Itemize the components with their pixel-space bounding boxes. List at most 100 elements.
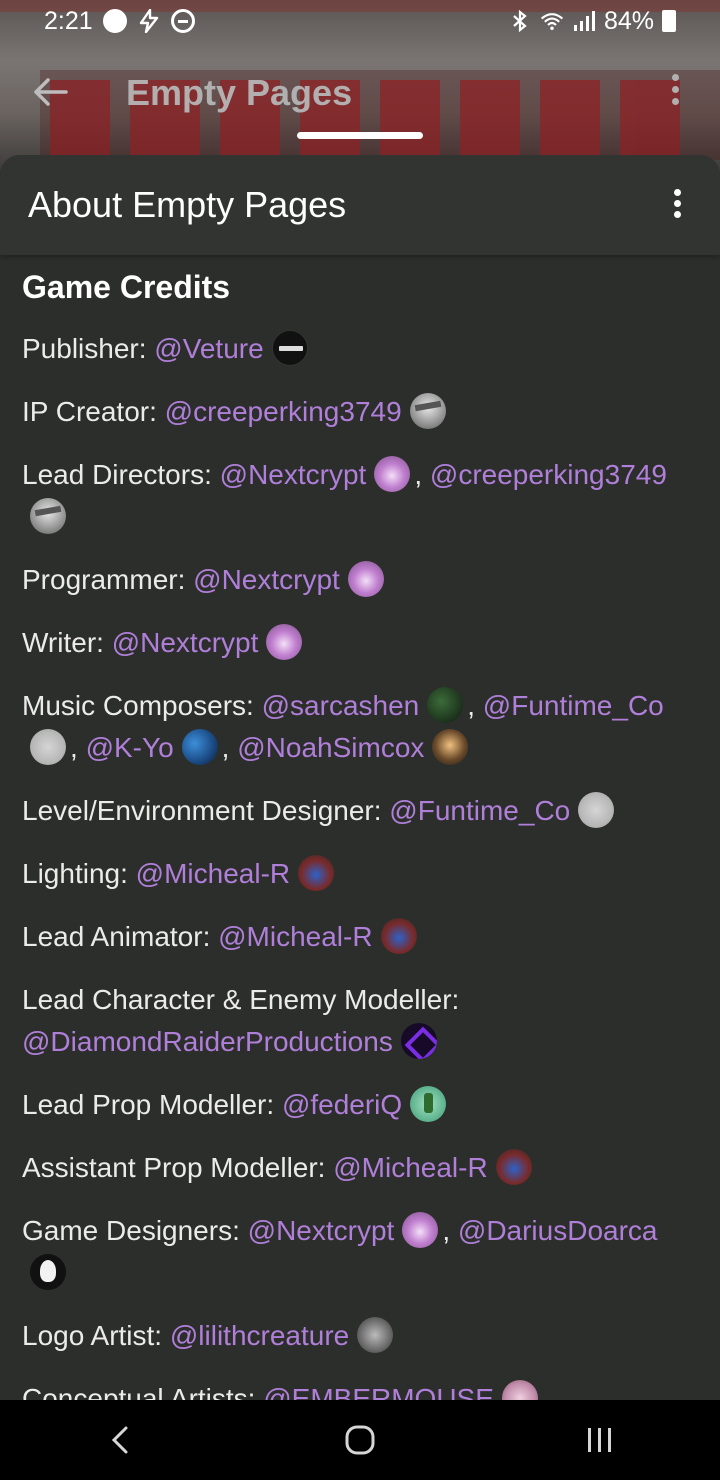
credit-role: Lead Character & Enemy Modeller: — [22, 984, 460, 1015]
user-mention[interactable]: @lilithcreature — [170, 1320, 349, 1351]
user-avatar[interactable] — [30, 728, 66, 765]
credit-row: Lead Directors: @Nextcrypt, @creeperking… — [22, 454, 698, 538]
section-title: Game Credits — [22, 269, 231, 305]
user-mention[interactable]: @creeperking3749 — [165, 396, 402, 427]
credit-role: Programmer: — [22, 564, 186, 595]
about-sheet: About Empty Pages Game Credits Publisher… — [0, 155, 720, 1400]
mention-separator: , — [467, 690, 483, 721]
nav-recents-button[interactable] — [570, 1415, 630, 1465]
user-avatar[interactable] — [266, 623, 303, 660]
status-time: 2:21 — [44, 6, 93, 35]
kebab-menu-icon[interactable] — [672, 74, 684, 110]
chevron-left-icon — [111, 1426, 128, 1454]
home-circle-icon — [345, 1425, 375, 1455]
status-bar: 2:21 84% — [0, 0, 720, 42]
bluetooth-icon — [513, 9, 527, 33]
battery-percent: 84% — [603, 6, 654, 35]
sheet-menu-icon[interactable] — [674, 189, 684, 225]
user-mention[interactable]: @Micheal-R — [136, 858, 290, 889]
user-avatar[interactable] — [402, 1211, 439, 1248]
credit-role: Level/Environment Designer: — [22, 795, 382, 826]
wifi-icon — [540, 13, 564, 30]
top-nav: Empty Pages — [0, 60, 720, 130]
credit-row: Logo Artist: @lilithcreature — [22, 1315, 698, 1357]
credit-role: Lighting: — [22, 858, 128, 889]
nav-home-button[interactable] — [330, 1415, 390, 1465]
sheet-drag-handle[interactable] — [297, 132, 423, 139]
user-mention[interactable]: @Funtime_Co — [483, 690, 664, 721]
user-avatar[interactable] — [30, 497, 66, 534]
credit-role: IP Creator: — [22, 396, 157, 427]
credit-row: Music Composers: @sarcashen, @Funtime_Co… — [22, 685, 698, 769]
user-mention[interactable]: @Micheal-R — [333, 1152, 487, 1183]
user-mention[interactable]: @Micheal-R — [218, 921, 372, 952]
user-mention[interactable]: @NoahSimcox — [237, 732, 424, 763]
user-mention[interactable]: @Funtime_Co — [389, 795, 570, 826]
credit-row: Level/Environment Designer: @Funtime_Co — [22, 790, 698, 832]
user-avatar[interactable] — [578, 791, 615, 828]
user-avatar[interactable] — [501, 1379, 538, 1400]
signal-icon — [573, 11, 595, 31]
page-title: Empty Pages — [126, 72, 353, 113]
credit-row: Conceptual Artists: @EMBERMOUSE — [22, 1378, 698, 1400]
user-avatar[interactable] — [409, 392, 446, 429]
user-mention[interactable]: @Nextcrypt — [112, 627, 259, 658]
user-mention[interactable]: @sarcashen — [262, 690, 420, 721]
charging-bolt-icon — [139, 9, 158, 33]
credit-row: Lead Animator: @Micheal-R — [22, 916, 698, 958]
user-avatar[interactable] — [410, 1085, 447, 1122]
user-avatar[interactable] — [380, 917, 417, 954]
credit-role: Lead Directors: — [22, 459, 212, 490]
user-avatar[interactable] — [357, 1316, 394, 1353]
mention-separator: , — [414, 459, 430, 490]
credits-list: Publisher: @Veture IP Creator: @creeperki… — [22, 328, 698, 1400]
credit-row: Programmer: @Nextcrypt — [22, 559, 698, 601]
credit-row: Assistant Prop Modeller: @Micheal-R — [22, 1147, 698, 1189]
mention-separator: , — [221, 732, 238, 763]
mention-separator: , — [70, 732, 86, 763]
credit-role: Logo Artist: — [22, 1320, 163, 1351]
credit-role: Game Designers: — [22, 1215, 240, 1246]
user-avatar[interactable] — [374, 455, 411, 492]
battery-icon — [662, 10, 676, 32]
user-mention[interactable]: @EMBERMOUSE — [263, 1383, 494, 1400]
do-not-disturb-icon — [170, 9, 195, 33]
user-mention[interactable]: @DiamondRaiderProductions — [22, 1026, 393, 1057]
user-mention[interactable]: @K-Yo — [86, 732, 174, 763]
credit-row: IP Creator: @creeperking3749 — [22, 391, 698, 433]
spotify-icon — [102, 9, 127, 33]
user-avatar[interactable] — [427, 686, 464, 723]
user-avatar[interactable] — [432, 728, 469, 765]
credit-row: Writer: @Nextcrypt — [22, 622, 698, 664]
credit-row: Publisher: @Veture — [22, 328, 698, 370]
credit-role: Writer: — [22, 627, 104, 658]
credit-row: Lead Character & Enemy Modeller: @Diamon… — [22, 979, 698, 1063]
back-arrow-icon[interactable] — [30, 72, 70, 112]
system-navigation-bar — [0, 1400, 720, 1480]
user-mention[interactable]: @Nextcrypt — [220, 459, 367, 490]
user-avatar[interactable] — [271, 329, 308, 366]
user-avatar[interactable] — [298, 854, 335, 891]
user-mention[interactable]: @DariusDoarca — [458, 1215, 658, 1246]
user-mention[interactable]: @Nextcrypt — [248, 1215, 395, 1246]
credit-row: Lead Prop Modeller: @federiQ — [22, 1084, 698, 1126]
user-avatar[interactable] — [495, 1148, 532, 1185]
nav-back-button[interactable] — [90, 1415, 150, 1465]
sheet-header: About Empty Pages — [0, 155, 720, 255]
user-avatar[interactable] — [30, 1253, 66, 1290]
recents-bars-icon — [588, 1428, 611, 1452]
credit-role: Lead Animator: — [22, 921, 211, 952]
user-mention[interactable]: @Nextcrypt — [193, 564, 340, 595]
credit-role: Publisher: — [22, 333, 147, 364]
credit-row: Game Designers: @Nextcrypt, @DariusDoarc… — [22, 1210, 698, 1294]
credit-row: Lighting: @Micheal-R — [22, 853, 698, 895]
user-mention[interactable]: @Veture — [154, 333, 263, 364]
credits-content: Game Credits Publisher: @Veture IP Creato… — [0, 255, 720, 1400]
mention-separator: , — [442, 1215, 458, 1246]
credit-role: Conceptual Artists: — [22, 1383, 256, 1400]
user-avatar[interactable] — [181, 728, 218, 765]
user-mention[interactable]: @federiQ — [282, 1089, 402, 1120]
user-mention[interactable]: @creeperking3749 — [430, 459, 667, 490]
user-avatar[interactable] — [400, 1022, 437, 1059]
user-avatar[interactable] — [347, 560, 384, 597]
